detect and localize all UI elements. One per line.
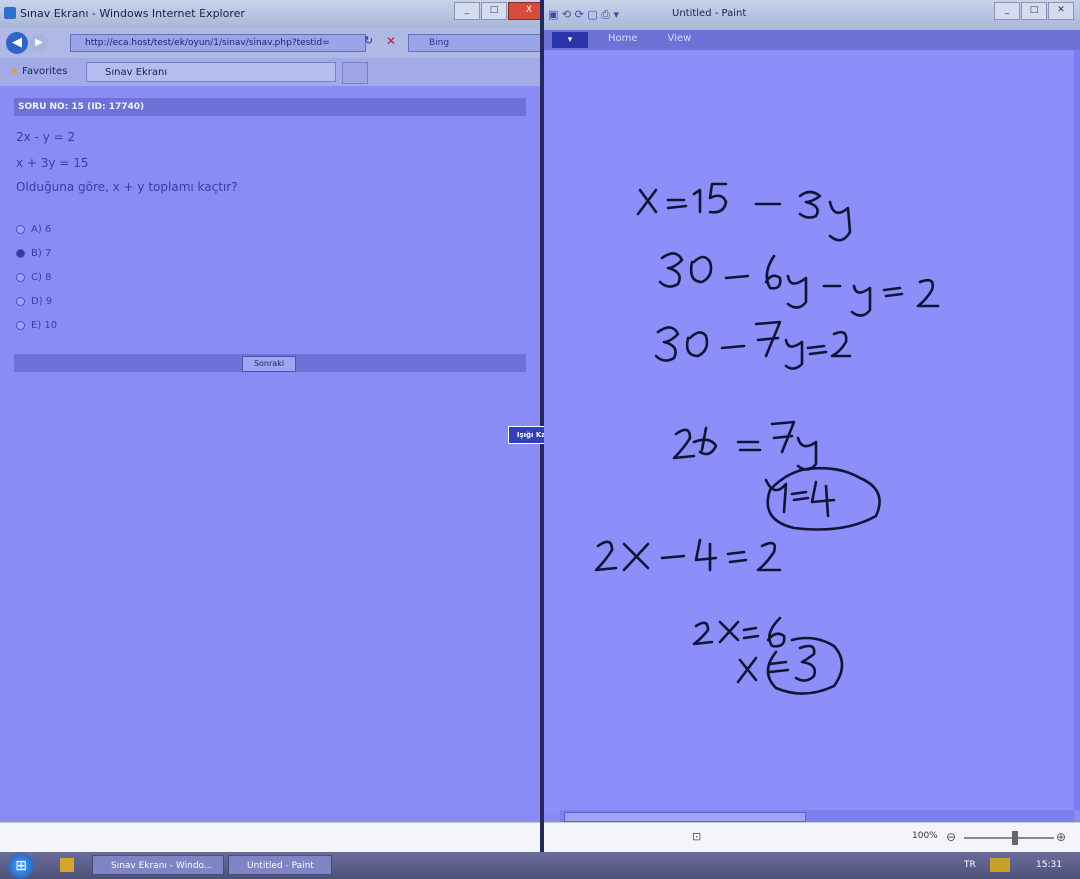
taskbar-item-browser[interactable]: Sınav Ekranı - Windo... <box>92 855 224 875</box>
handwriting-line-1 <box>636 182 852 242</box>
next-button[interactable]: Sonraki <box>242 356 296 372</box>
favorites-bar: ★ Favorites Sınav Ekranı <box>0 58 540 86</box>
zoom-in-button[interactable]: ⊕ <box>1056 830 1066 844</box>
paint-menu-button[interactable]: ▾ <box>552 32 588 48</box>
question-header: SORU NO: 15 (ID: 17740) <box>14 98 526 116</box>
paint-title-bar: ▣ ⟲ ⟳ ▢ ⎙ ▾ Untitled - Paint _ □ ✕ <box>544 0 1080 30</box>
folder-icon[interactable] <box>60 858 74 872</box>
address-bar: ◀ ▶ http://eca.host/test/ek/oyun/1/sinav… <box>0 28 540 58</box>
new-tab-button[interactable] <box>342 62 368 84</box>
stop-icon[interactable]: ✕ <box>386 34 400 50</box>
option-c[interactable]: C) 8 <box>16 272 51 283</box>
browser-window: Sınav Ekranı - Windows Internet Explorer… <box>0 0 542 852</box>
option-d[interactable]: D) 9 <box>16 296 52 307</box>
taskbar: ⊞ Sınav Ekranı - Windo... Untitled - Pai… <box>0 852 1080 879</box>
handwriting-line-4 <box>672 420 818 471</box>
tab-home[interactable]: Home <box>608 33 638 44</box>
question-text: Olduğuna göre, x + y toplamı kaçtır? <box>16 180 238 194</box>
paint-minimize-button[interactable]: _ <box>994 2 1020 20</box>
favorites-label: Favorites <box>22 66 68 77</box>
language-indicator[interactable]: TR <box>964 860 976 870</box>
vertical-scrollbar[interactable] <box>1074 50 1080 810</box>
zoom-slider-thumb[interactable] <box>1012 831 1018 845</box>
option-e[interactable]: E) 10 <box>16 320 57 331</box>
zoom-slider[interactable] <box>964 837 1054 839</box>
option-label: B) 7 <box>31 248 52 259</box>
option-a[interactable]: A) 6 <box>16 224 51 235</box>
close-button[interactable]: X <box>508 2 540 20</box>
handwriting-line-3 <box>654 320 852 370</box>
canvas-size-icon: ⊡ <box>692 830 702 843</box>
option-label: A) 6 <box>31 224 52 235</box>
star-icon: ★ <box>10 66 19 77</box>
ie-logo-icon <box>4 7 16 19</box>
browser-title: Sınav Ekranı - Windows Internet Explorer <box>20 7 245 20</box>
search-input[interactable]: Bing <box>408 34 540 52</box>
handwriting-line-8 <box>736 636 844 695</box>
quick-access-toolbar[interactable]: ▣ ⟲ ⟳ ▢ ⎙ ▾ <box>548 8 619 22</box>
refresh-icon[interactable]: ↻ <box>364 34 378 50</box>
option-label: C) 8 <box>31 272 52 283</box>
handwriting-line-6 <box>594 538 782 572</box>
ribbon-tabs: Home View <box>608 33 691 44</box>
maximize-button[interactable]: □ <box>481 2 507 20</box>
paint-close-button[interactable]: ✕ <box>1048 2 1074 20</box>
browser-status-bar <box>0 822 540 852</box>
minimize-button[interactable]: _ <box>454 2 480 20</box>
option-label: E) 10 <box>31 320 58 331</box>
zoom-level: 100% <box>912 831 938 841</box>
handwriting-line-5 <box>764 466 881 531</box>
paint-status-bar: ⊡ 100% ⊖ ⊕ <box>544 822 1080 853</box>
paint-window-controls: _ □ ✕ <box>994 2 1074 20</box>
browser-title-bar: Sınav Ekranı - Windows Internet Explorer… <box>0 0 540 28</box>
taskbar-item-paint[interactable]: Untitled - Paint <box>228 855 332 875</box>
paint-ribbon: ▾ Home View <box>544 30 1080 50</box>
tab-view[interactable]: View <box>668 33 692 44</box>
browser-tab[interactable]: Sınav Ekranı <box>86 62 336 82</box>
radio-a[interactable] <box>16 225 25 234</box>
paint-maximize-button[interactable]: □ <box>1021 2 1047 20</box>
handwriting-line-2 <box>658 252 940 317</box>
handwriting-line-7 <box>692 616 786 648</box>
forward-button[interactable]: ▶ <box>30 34 48 52</box>
horizontal-scroll-thumb[interactable] <box>564 812 806 822</box>
radio-d[interactable] <box>16 297 25 306</box>
back-button[interactable]: ◀ <box>6 32 28 54</box>
clock[interactable]: 15:31 <box>1036 860 1062 870</box>
start-button[interactable]: ⊞ <box>8 853 34 879</box>
radio-c[interactable] <box>16 273 25 282</box>
window-controls: _ □ X <box>454 2 540 20</box>
paint-window: ▣ ⟲ ⟳ ▢ ⎙ ▾ Untitled - Paint _ □ ✕ ▾ Hom… <box>544 0 1080 853</box>
option-label: D) 9 <box>31 296 53 307</box>
paint-title: Untitled - Paint <box>672 8 747 19</box>
handwriting-drawing <box>594 182 940 695</box>
equation-line-2: x + 3y = 15 <box>16 156 89 170</box>
url-field[interactable]: http://eca.host/test/ek/oyun/1/sinav/sin… <box>70 34 366 52</box>
paint-canvas[interactable] <box>544 50 1074 810</box>
option-b[interactable]: B) 7 <box>16 248 51 259</box>
page-content: SORU NO: 15 (ID: 17740) 2x - y = 2 x + 3… <box>0 86 540 822</box>
radio-b[interactable] <box>16 249 25 258</box>
equation-line-1: 2x - y = 2 <box>16 130 76 144</box>
tray-icon[interactable] <box>990 858 1010 872</box>
zoom-out-button[interactable]: ⊖ <box>946 830 956 844</box>
radio-e[interactable] <box>16 321 25 330</box>
favorites-button[interactable]: ★ Favorites <box>10 66 67 77</box>
